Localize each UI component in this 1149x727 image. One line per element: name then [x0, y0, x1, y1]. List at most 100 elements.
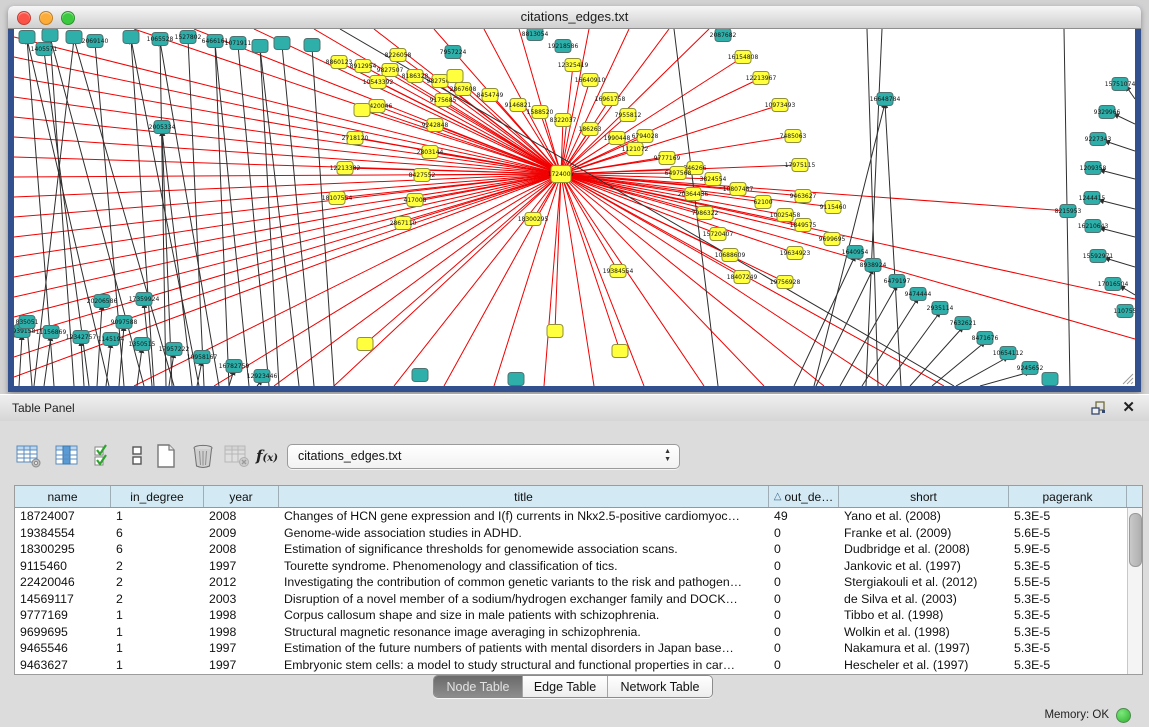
vertical-scrollbar[interactable]: [1127, 508, 1142, 674]
table-row[interactable]: 1456911722003Disruption of a novel membe…: [15, 591, 1128, 608]
network-node[interactable]: 7955812: [615, 109, 642, 122]
network-node[interactable]: [447, 70, 463, 83]
rows-icon[interactable]: [122, 441, 152, 471]
table-row[interactable]: 969969511998Structural magnetic resonanc…: [15, 624, 1128, 641]
network-node[interactable]: [304, 39, 320, 52]
table-row[interactable]: 1872400712008Changes of HCN gene express…: [15, 508, 1128, 525]
network-node[interactable]: 186263: [579, 123, 602, 136]
network-node[interactable]: 10973493: [765, 99, 796, 112]
table-row[interactable]: 946554611997Estimation of the future num…: [15, 640, 1128, 657]
network-node[interactable]: [508, 373, 524, 386]
network-node[interactable]: 3824554: [700, 173, 727, 186]
column-header-short[interactable]: short: [839, 486, 1009, 507]
scrollbar-thumb[interactable]: [1129, 513, 1142, 567]
network-node[interactable]: 12213382: [330, 162, 361, 175]
network-node[interactable]: 8471676: [972, 332, 999, 345]
network-node[interactable]: 17975115: [785, 159, 816, 172]
column-header-name[interactable]: name: [15, 486, 111, 507]
network-node[interactable]: 7485063: [780, 130, 807, 143]
network-window-titlebar[interactable]: citations_edges.txt: [8, 6, 1141, 29]
network-node[interactable]: 7632621: [950, 317, 977, 330]
network-node[interactable]: 17359924: [129, 293, 160, 306]
network-node[interactable]: 1244415: [1079, 192, 1106, 205]
network-node[interactable]: 9227343: [1085, 133, 1112, 146]
network-node[interactable]: 16640910: [575, 74, 606, 87]
network-node[interactable]: 18407249: [727, 271, 758, 284]
column-header-out_de[interactable]: △out_de…: [769, 486, 839, 507]
network-node[interactable]: [19, 31, 35, 44]
tab-network-table[interactable]: Network Table: [608, 676, 712, 697]
network-node[interactable]: 62100: [753, 196, 772, 209]
network-node[interactable]: 15751074: [1105, 78, 1135, 91]
network-view[interactable]: 1405571206914010655281527802646616110719…: [14, 29, 1135, 386]
resize-grip[interactable]: [1123, 374, 1133, 384]
float-panel-icon[interactable]: [1091, 401, 1107, 415]
network-node[interactable]: 1405571: [31, 43, 58, 56]
network-node[interactable]: 10543392: [363, 76, 394, 89]
network-node[interactable]: [412, 369, 428, 382]
network-node[interactable]: 7957224: [440, 46, 467, 59]
table-row[interactable]: 1938455462009Genome-wide association stu…: [15, 525, 1128, 542]
network-node[interactable]: 2718120: [342, 132, 369, 145]
network-node[interactable]: 9115460: [820, 201, 847, 214]
network-node[interactable]: 1071911: [225, 37, 252, 50]
network-node[interactable]: [547, 325, 563, 338]
column-header-in_degree[interactable]: in_degree: [111, 486, 204, 507]
network-node[interactable]: 12923446: [247, 370, 278, 383]
network-node[interactable]: [123, 31, 139, 44]
network-node[interactable]: 8186328: [402, 70, 429, 83]
network-node[interactable]: 10807487: [723, 183, 754, 196]
memory-status-indicator[interactable]: [1116, 708, 1131, 723]
network-node[interactable]: 1209358: [1080, 162, 1107, 175]
network-node[interactable]: 12325419: [558, 59, 589, 72]
network-node[interactable]: 8912954: [350, 60, 377, 73]
new-column-icon[interactable]: [151, 441, 181, 471]
network-node[interactable]: 2935114: [927, 302, 954, 315]
network-node[interactable]: [42, 29, 58, 42]
network-node[interactable]: 19384554: [603, 265, 634, 278]
network-node[interactable]: 19218586: [548, 40, 579, 53]
close-panel-icon[interactable]: ✕: [1122, 398, 1135, 416]
table-row[interactable]: 1830029562008Estimation of significance …: [15, 541, 1128, 558]
network-node[interactable]: 9699695: [819, 233, 846, 246]
delete-column-icon[interactable]: [188, 441, 218, 471]
network-node[interactable]: 8938924: [860, 259, 887, 272]
column-header-pagerank[interactable]: pagerank: [1009, 486, 1127, 507]
table-row[interactable]: 911546021997Tourette syndrome. Phenomeno…: [15, 558, 1128, 575]
network-node[interactable]: 12213967: [746, 72, 777, 85]
function-builder-icon[interactable]: f(x): [252, 441, 282, 471]
network-node[interactable]: 8226058: [385, 49, 412, 62]
table-row[interactable]: 946362711997Embryonic stem cells: a mode…: [15, 657, 1128, 674]
network-graph[interactable]: 1405571206914010655281527802646616110719…: [14, 29, 1135, 386]
show-columns-icon[interactable]: [52, 441, 82, 471]
network-node[interactable]: 417008: [404, 194, 427, 207]
tab-edge-table[interactable]: Edge Table: [523, 676, 608, 697]
network-node[interactable]: [1042, 373, 1058, 386]
network-node[interactable]: 2087682: [710, 29, 737, 42]
network-node[interactable]: 17957222: [159, 343, 190, 356]
delete-table-icon[interactable]: [222, 441, 252, 471]
table-mode-icon[interactable]: [14, 441, 44, 471]
network-node[interactable]: 2867608: [450, 83, 477, 96]
network-node[interactable]: 9777169: [654, 152, 681, 165]
table-row[interactable]: 2242004622012Investigating the contribut…: [15, 574, 1128, 591]
table-select-dropdown[interactable]: citations_edges.txt ▲▼: [287, 444, 680, 469]
column-header-year[interactable]: year: [204, 486, 279, 507]
network-node[interactable]: 8215953: [1055, 205, 1082, 218]
network-node[interactable]: 16154808: [728, 51, 759, 64]
network-node[interactable]: 6479197: [884, 275, 911, 288]
row-select-icon[interactable]: [90, 441, 120, 471]
network-node[interactable]: 16648784: [870, 93, 901, 106]
network-node[interactable]: 8813054: [522, 29, 549, 41]
network-node[interactable]: [354, 104, 370, 117]
network-node[interactable]: 110755: [1114, 305, 1135, 318]
network-node[interactable]: 835051: [16, 316, 39, 329]
network-node[interactable]: [66, 31, 82, 44]
network-node[interactable]: 1527802: [175, 31, 202, 44]
network-node[interactable]: [274, 37, 290, 50]
table-row[interactable]: 977716911998Corpus callosum shape and si…: [15, 607, 1128, 624]
network-node[interactable]: [252, 40, 268, 53]
tab-node-table[interactable]: Node Table: [434, 676, 523, 697]
network-node[interactable]: 10654112: [993, 347, 1024, 360]
network-node[interactable]: 19756928: [770, 276, 801, 289]
